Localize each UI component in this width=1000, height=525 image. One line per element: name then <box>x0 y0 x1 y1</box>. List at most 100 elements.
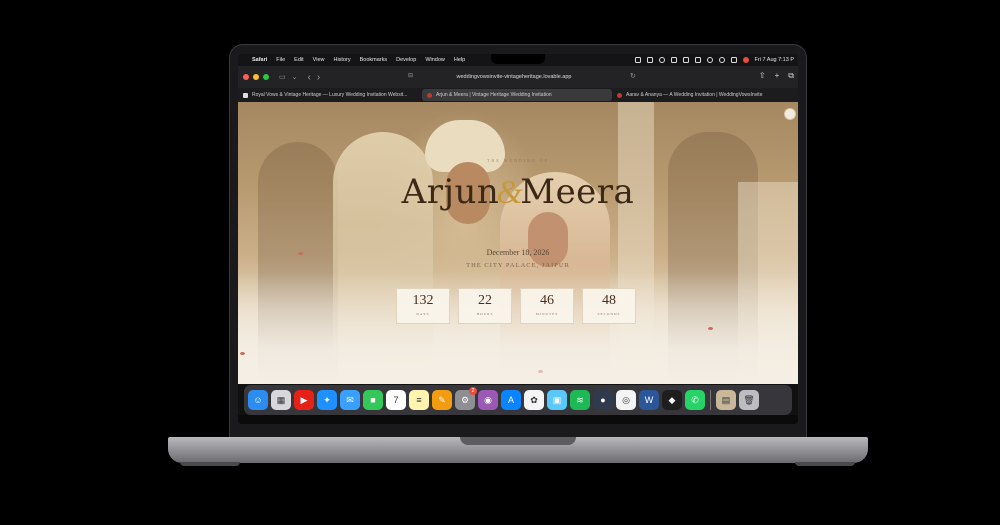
heart-favicon-icon <box>617 92 622 98</box>
tab-aarav-ananya[interactable]: Aarav & Ananya — A Wedding Invitation | … <box>612 89 798 101</box>
countdown: 132 DAYS 22 HOURS 46 MINUTES 48 SECONDS <box>396 288 636 324</box>
couple-names: Arjun&Meera <box>238 172 798 212</box>
countdown-value: 46 <box>540 293 554 308</box>
tab-title: Arjun & Meera | Vintage Heritage Wedding… <box>436 92 552 98</box>
music-toggle-button[interactable] <box>784 108 796 120</box>
screen-bottom <box>238 415 798 424</box>
dock-downloads-stack-icon[interactable]: ▤ <box>716 390 736 410</box>
countdown-value: 22 <box>478 293 492 308</box>
dock-calendar-icon[interactable]: 7 <box>386 390 406 410</box>
countdown-label: HOURS <box>476 312 494 316</box>
camera-notch <box>491 54 545 64</box>
countdown-label: MINUTES <box>535 312 559 316</box>
siri-icon[interactable] <box>742 57 749 63</box>
wedding-hero: THE WEDDING OF Arjun&Meera December 18, … <box>238 102 798 384</box>
dock-whatsapp-icon[interactable]: ✆ <box>685 390 705 410</box>
screen: Safari File Edit View History Bookmarks … <box>238 54 798 424</box>
reload-icon[interactable]: ↻ <box>630 72 636 80</box>
dock-mail-icon[interactable]: ✉ <box>340 390 360 410</box>
dock-trash-icon[interactable]: 🗑 <box>739 390 759 410</box>
safari-toolbar: ▭ ⌄ ‹ › ⊟ weddingvowsinvite-vintageherit… <box>238 66 798 88</box>
groom-name: Arjun <box>401 172 500 212</box>
menu-history[interactable]: History <box>333 57 350 63</box>
dock-utility-icon[interactable]: ● <box>593 390 613 410</box>
countdown-minutes: 46 MINUTES <box>520 288 574 324</box>
status-icon-1[interactable] <box>634 57 641 63</box>
new-tab-icon[interactable]: + <box>775 71 780 81</box>
countdown-label: DAYS <box>416 312 430 316</box>
dock-podcasts-icon[interactable]: ◉ <box>478 390 498 410</box>
sidebar-toggle-icon[interactable]: ▭ <box>279 73 286 81</box>
countdown-value: 48 <box>602 293 616 308</box>
menubar-clock[interactable]: Fri 7 Aug 7:13 P <box>755 57 794 63</box>
menu-bookmarks[interactable]: Bookmarks <box>360 57 388 63</box>
bride-face <box>528 212 568 267</box>
dock-chrome-icon[interactable]: ◎ <box>616 390 636 410</box>
window-controls <box>243 74 269 80</box>
status-icon-4[interactable] <box>670 57 677 63</box>
laptop-foot-left <box>180 462 240 466</box>
tab-overview-icon[interactable]: ⧉ <box>788 71 794 81</box>
dock-pages-icon[interactable]: ✎ <box>432 390 452 410</box>
status-icon-5[interactable] <box>682 57 689 63</box>
dock-separator <box>710 390 711 410</box>
dock-spotify-icon[interactable]: ≋ <box>570 390 590 410</box>
page-favicon-icon <box>243 92 248 98</box>
dock-notes-icon[interactable]: ≡ <box>409 390 429 410</box>
menu-develop[interactable]: Develop <box>396 57 416 63</box>
wedding-venue: THE CITY PALACE, JAIPUR <box>466 262 570 269</box>
dock-word-icon[interactable]: W <box>639 390 659 410</box>
minimize-window-button[interactable] <box>253 74 259 80</box>
dock-app-store-icon[interactable]: A <box>501 390 521 410</box>
dock-facetime-icon[interactable]: ■ <box>363 390 383 410</box>
status-icon-2[interactable] <box>646 57 653 63</box>
heart-favicon-icon <box>427 92 432 98</box>
address-url: weddingvowsinvite-vintageheritage.lovabl… <box>456 74 572 80</box>
wifi-icon[interactable] <box>706 57 713 63</box>
dock-youtube-icon[interactable]: ▶ <box>294 390 314 410</box>
dock-system-settings-icon[interactable]: ⚙ 2 <box>455 387 477 410</box>
countdown-hours: 22 HOURS <box>458 288 512 324</box>
countdown-value: 132 <box>412 293 434 308</box>
menu-window[interactable]: Window <box>425 57 445 63</box>
toolbar-right-actions: ⇧ + ⧉ <box>759 71 794 81</box>
dock-safari-icon[interactable]: ✦ <box>317 390 337 410</box>
battery-icon[interactable] <box>694 57 701 63</box>
status-icon-3[interactable] <box>658 57 665 63</box>
wedding-date: December 18, 2026 <box>486 248 550 257</box>
menu-app-name[interactable]: Safari <box>252 57 267 63</box>
tab-royal-vows[interactable]: Royal Vows & Vintage Heritage — Luxury W… <box>238 89 422 101</box>
close-window-button[interactable] <box>243 74 249 80</box>
tab-arjun-meera[interactable]: Arjun & Meera | Vintage Heritage Wedding… <box>422 89 612 101</box>
zoom-window-button[interactable] <box>263 74 269 80</box>
laptop-groove <box>460 437 576 445</box>
control-center-icon[interactable] <box>730 57 737 63</box>
dock-preview-icon[interactable]: ▣ <box>547 390 567 410</box>
menu-view[interactable]: View <box>313 57 325 63</box>
menubar-status-area: Fri 7 Aug 7:13 P <box>634 54 794 66</box>
petal-decoration <box>708 327 713 330</box>
back-button[interactable]: ‹ <box>308 72 311 83</box>
search-icon[interactable] <box>718 57 725 63</box>
tab-bar: Royal Vows & Vintage Heritage — Luxury W… <box>238 88 798 102</box>
dock-finder-icon[interactable]: ☺ <box>248 390 268 410</box>
dock-launchpad-icon[interactable]: ▦ <box>271 390 291 410</box>
pre-title: THE WEDDING OF <box>487 158 549 163</box>
tab-title: Aarav & Ananya — A Wedding Invitation | … <box>626 92 763 98</box>
countdown-days: 132 DAYS <box>396 288 450 324</box>
tab-title: Royal Vows & Vintage Heritage — Luxury W… <box>252 92 408 98</box>
bride-name: Meera <box>520 172 635 212</box>
address-bar[interactable]: weddingvowsinvite-vintageheritage.lovabl… <box>394 71 634 83</box>
dock-figma-icon[interactable]: ◆ <box>662 390 682 410</box>
notification-badge: 2 <box>469 387 477 395</box>
dock-photos-icon[interactable]: ✿ <box>524 390 544 410</box>
laptop-foot-right <box>795 462 855 466</box>
menu-help[interactable]: Help <box>454 57 465 63</box>
share-icon[interactable]: ⇧ <box>759 71 766 81</box>
menu-file[interactable]: File <box>276 57 285 63</box>
forward-button[interactable]: › <box>317 72 320 83</box>
menu-edit[interactable]: Edit <box>294 57 303 63</box>
petal-decoration <box>538 370 543 373</box>
tab-group-chevron-icon[interactable]: ⌄ <box>292 73 298 81</box>
countdown-label: SECONDS <box>597 312 621 316</box>
